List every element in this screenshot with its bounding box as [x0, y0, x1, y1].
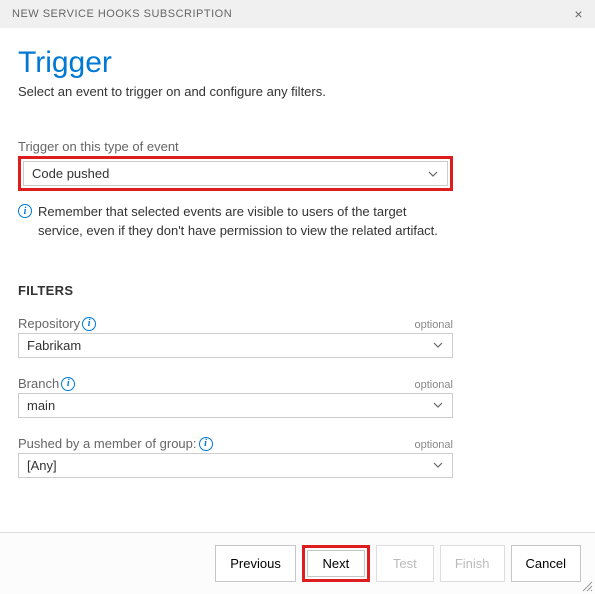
next-button[interactable]: Next [307, 550, 365, 577]
next-button-highlight: Next [302, 545, 370, 582]
info-icon: i [18, 204, 32, 218]
filter-group: Pushed by a member of group: i optional … [18, 436, 453, 478]
group-label: Pushed by a member of group: i [18, 436, 213, 451]
event-type-select[interactable]: Code pushed [23, 161, 448, 186]
branch-optional: optional [414, 379, 453, 391]
event-info-row: i Remember that selected events are visi… [18, 203, 453, 241]
filter-branch: Branch i optional main [18, 376, 453, 418]
group-select[interactable]: [Any] [18, 453, 453, 478]
event-type-label: Trigger on this type of event [18, 139, 577, 154]
page-title: Trigger [18, 46, 577, 80]
info-icon[interactable]: i [199, 437, 213, 451]
branch-label: Branch i [18, 376, 75, 391]
dialog-title: NEW SERVICE HOOKS SUBSCRIPTION [12, 8, 232, 20]
group-value: [Any] [27, 458, 57, 473]
dialog-header: NEW SERVICE HOOKS SUBSCRIPTION × [0, 0, 595, 28]
page-subtitle: Select an event to trigger on and config… [18, 84, 577, 99]
dialog-content: Trigger Select an event to trigger on an… [0, 28, 595, 478]
chevron-down-icon [432, 459, 444, 471]
repository-label: Repository i [18, 316, 96, 331]
close-icon[interactable]: × [574, 6, 583, 22]
info-icon[interactable]: i [82, 317, 96, 331]
chevron-down-icon [432, 339, 444, 351]
repository-select[interactable]: Fabrikam [18, 333, 453, 358]
filter-repository: Repository i optional Fabrikam [18, 316, 453, 358]
finish-button: Finish [440, 545, 505, 582]
repository-optional: optional [414, 319, 453, 331]
info-icon[interactable]: i [61, 377, 75, 391]
event-info-text: Remember that selected events are visibl… [38, 203, 453, 241]
previous-button[interactable]: Previous [215, 545, 296, 582]
chevron-down-icon [432, 399, 444, 411]
repository-value: Fabrikam [27, 338, 81, 353]
chevron-down-icon [427, 168, 439, 180]
dialog-footer: Previous Next Test Finish Cancel [0, 532, 595, 594]
test-button: Test [376, 545, 434, 582]
group-optional: optional [414, 439, 453, 451]
resize-grip-icon [581, 580, 593, 592]
filters-title: FILTERS [18, 283, 577, 298]
branch-value: main [27, 398, 55, 413]
event-type-highlight: Code pushed [18, 156, 453, 191]
event-type-value: Code pushed [32, 166, 109, 181]
branch-select[interactable]: main [18, 393, 453, 418]
cancel-button[interactable]: Cancel [511, 545, 581, 582]
